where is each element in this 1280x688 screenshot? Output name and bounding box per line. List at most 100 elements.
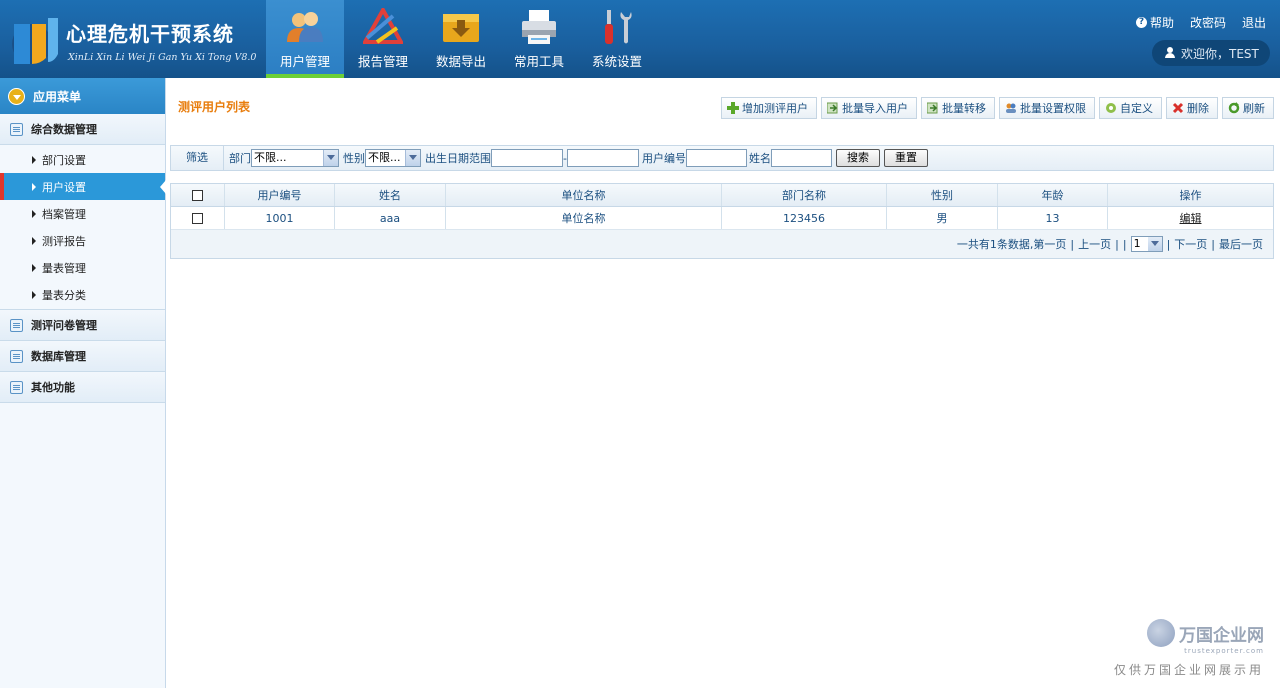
nav-label: 常用工具 xyxy=(513,54,564,69)
button-label: 批量转移 xyxy=(942,102,986,115)
sidebar-item-scale-categories[interactable]: 量表分类 xyxy=(0,281,165,308)
dept-select[interactable]: 不限... xyxy=(251,149,339,167)
delete-icon xyxy=(1172,102,1184,114)
sidebar-group-other[interactable]: 其他功能 xyxy=(0,372,165,403)
caret-right-icon xyxy=(32,263,36,272)
col-header-user-no[interactable]: 用户编号 xyxy=(225,184,335,206)
cell-action: 编辑 xyxy=(1108,207,1273,229)
delete-button[interactable]: 删除 xyxy=(1166,97,1218,119)
button-label: 批量设置权限 xyxy=(1020,102,1086,115)
watermark-text: 仅供万国企业网展示用 xyxy=(1113,663,1264,677)
pager-divider: | xyxy=(1166,237,1171,251)
nav-common-tools[interactable]: 常用工具 xyxy=(500,0,578,78)
sidebar-group-label: 其他功能 xyxy=(31,381,75,394)
sidebar-item-scale-management[interactable]: 量表管理 xyxy=(0,254,165,281)
user-table: 用户编号 姓名 单位名称 部门名称 性别 年龄 操作 1001 aaa 单位名称… xyxy=(170,183,1274,259)
top-links: ? 帮助 改密码 退出 xyxy=(1135,14,1266,31)
sidebar-item-dept-settings[interactable]: 部门设置 xyxy=(0,146,165,173)
col-header-name[interactable]: 姓名 xyxy=(335,184,446,206)
prev-page-link[interactable]: 上一页 xyxy=(1078,236,1111,252)
select-all-checkbox[interactable] xyxy=(192,189,203,201)
chevron-down-icon xyxy=(323,150,338,166)
nav-system-settings[interactable]: 系统设置 xyxy=(578,0,656,78)
filter-fields: 部门 不限... 性别 不限... 出生日期范围 - 用户编号 姓名 搜索 重置 xyxy=(224,149,928,167)
refresh-button[interactable]: 刷新 xyxy=(1222,97,1274,119)
sidebar-group-data-management[interactable]: 综合数据管理 xyxy=(0,114,165,145)
search-button[interactable]: 搜索 xyxy=(835,149,880,167)
dept-select-value: 不限... xyxy=(254,151,287,164)
change-password-link[interactable]: 改密码 xyxy=(1190,14,1226,31)
sidebar-item-archives[interactable]: 档案管理 xyxy=(0,200,165,227)
edit-link[interactable]: 编辑 xyxy=(1180,210,1202,226)
gender-select-value: 不限... xyxy=(368,151,401,164)
transfer-icon xyxy=(927,102,938,114)
user-no-input[interactable] xyxy=(685,149,747,167)
page-title: 测评用户列表 xyxy=(178,100,251,114)
logout-link[interactable]: 退出 xyxy=(1242,14,1266,31)
user-no-label: 用户编号 xyxy=(641,152,686,165)
pager-divider: | xyxy=(1115,237,1119,251)
button-label: 刷新 xyxy=(1243,102,1265,115)
pager-summary: 一共有1条数据,第一页 xyxy=(956,238,1067,251)
main-nav: 用户管理 报告管理 数据导出 常用工具 系统设置 xyxy=(266,0,656,78)
main-content: 测评用户列表 增加测评用户 批量导入用户 批量转移 批量设置权限 自定义 删除 xyxy=(170,78,1274,688)
birth-range-label: 出生日期范围 xyxy=(425,152,491,165)
sidebar-header-label: 应用菜单 xyxy=(33,89,82,104)
birth-end-input[interactable] xyxy=(566,149,639,167)
name-input[interactable] xyxy=(770,149,832,167)
globe-icon xyxy=(1147,619,1175,647)
watermark-logo: 万国企业网 xyxy=(1114,619,1264,647)
nav-user-management[interactable]: 用户管理 xyxy=(266,0,344,78)
add-user-button[interactable]: 增加测评用户 xyxy=(721,97,817,119)
next-page-link[interactable]: 下一页 xyxy=(1174,236,1207,252)
col-header-unit[interactable]: 单位名称 xyxy=(446,184,722,206)
help-label: 帮助 xyxy=(1149,16,1174,30)
sidebar-group-label: 测评问卷管理 xyxy=(31,319,97,332)
batch-permissions-button[interactable]: 批量设置权限 xyxy=(999,97,1095,119)
col-header-age[interactable]: 年龄 xyxy=(998,184,1108,206)
row-checkbox[interactable] xyxy=(192,212,203,224)
col-header-gender[interactable]: 性别 xyxy=(887,184,998,206)
pager-divider: | xyxy=(1070,237,1075,251)
welcome-badge: 欢迎你，TEST xyxy=(1152,40,1270,66)
nav-report-management[interactable]: 报告管理 xyxy=(344,0,422,78)
caret-right-icon xyxy=(32,155,36,164)
birth-start-input[interactable] xyxy=(491,149,563,167)
refresh-icon xyxy=(1228,102,1240,114)
nav-data-export[interactable]: 数据导出 xyxy=(422,0,500,78)
edit-icon xyxy=(10,349,23,363)
sidebar-group-label: 综合数据管理 xyxy=(31,123,97,136)
nav-label: 用户管理 xyxy=(279,54,330,69)
col-header-dept[interactable]: 部门名称 xyxy=(722,184,887,206)
sidebar-item-reports[interactable]: 测评报告 xyxy=(0,227,165,254)
caret-right-icon xyxy=(32,209,36,218)
sidebar-header[interactable]: 应用菜单 xyxy=(0,78,165,114)
cell-name: aaa xyxy=(335,207,446,229)
printer-icon xyxy=(522,10,556,44)
dept-label: 部门 xyxy=(229,152,251,165)
sidebar-item-user-settings[interactable]: 用户设置 xyxy=(0,173,166,200)
filter-bar: 筛选 部门 不限... 性别 不限... 出生日期范围 - 用户编号 姓名 搜索… xyxy=(170,145,1274,171)
app-title: 心理危机干预系统 xyxy=(66,22,234,46)
page-select[interactable]: 1 xyxy=(1130,236,1163,252)
caret-right-icon xyxy=(32,290,36,299)
app-subtitle: XinLi Xin Li Wei Ji Gan Yu Xi Tong V8.0 xyxy=(68,52,257,63)
batch-import-button[interactable]: 批量导入用户 xyxy=(821,97,917,119)
sidebar-group-questionnaire[interactable]: 测评问卷管理 xyxy=(0,310,165,341)
sidebar-group-database[interactable]: 数据库管理 xyxy=(0,341,165,372)
pagination: 一共有1条数据,第一页 | 上一页 | | 1 | 下一页 | 最后一页 xyxy=(171,230,1273,258)
help-link[interactable]: ? 帮助 xyxy=(1135,14,1174,31)
sidebar-item-label: 档案管理 xyxy=(42,207,86,221)
last-page-link[interactable]: 最后一页 xyxy=(1219,236,1263,252)
sidebar-group-label: 数据库管理 xyxy=(31,350,86,363)
reset-button[interactable]: 重置 xyxy=(883,149,928,167)
users-icon xyxy=(287,12,323,42)
customize-button[interactable]: 自定义 xyxy=(1099,97,1162,119)
gender-select[interactable]: 不限... xyxy=(365,149,421,167)
batch-transfer-button[interactable]: 批量转移 xyxy=(921,97,995,119)
app-logo: 心理危机干预系统 XinLi Xin Li Wei Ji Gan Yu Xi T… xyxy=(10,14,260,70)
chat-icon xyxy=(10,380,23,394)
cell-age: 13 xyxy=(998,207,1108,229)
report-icon xyxy=(363,8,403,44)
import-icon xyxy=(827,102,838,114)
